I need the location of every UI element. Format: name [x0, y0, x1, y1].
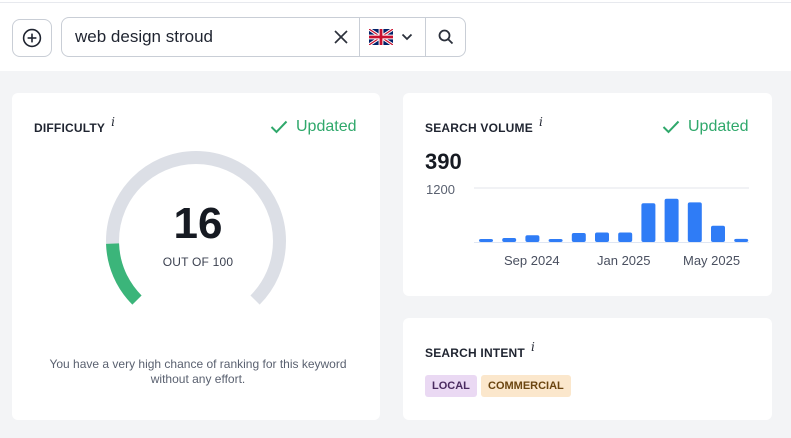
- intent-tag-local: LOCAL: [425, 375, 477, 397]
- volume-bar[interactable]: [641, 203, 656, 242]
- chevron-down-icon: [401, 33, 413, 41]
- top-divider: [0, 2, 791, 3]
- volume-bar[interactable]: [479, 239, 493, 242]
- score-max-label: OUT OF 100: [162, 255, 234, 269]
- intent-tag-commercial: COMMERCIAL: [481, 375, 571, 397]
- volume-bar[interactable]: [548, 239, 563, 242]
- clear-button[interactable]: [330, 26, 352, 48]
- volume-bar[interactable]: [571, 233, 586, 242]
- country-select[interactable]: [360, 18, 425, 56]
- volume-bar[interactable]: [502, 237, 517, 242]
- volume-bar[interactable]: [595, 232, 609, 242]
- volume-bar[interactable]: [618, 232, 633, 242]
- x-tick-label: May 2025: [683, 253, 741, 268]
- difficulty-card: DIFFICULTY i Updated 16 OUT OF 100 You ha…: [12, 93, 380, 420]
- close-icon: [334, 30, 348, 44]
- search-input[interactable]: web design stroud: [75, 18, 213, 56]
- volume-bar[interactable]: [711, 225, 725, 242]
- search-button[interactable]: [426, 18, 466, 56]
- search-intent-title: SEARCH INTENT: [425, 346, 525, 360]
- card-title: SEARCH INTENT i: [425, 340, 535, 360]
- volume-bar[interactable]: [734, 238, 749, 242]
- keyword-search-box: web design stroud: [61, 17, 466, 57]
- volume-bar[interactable]: [664, 198, 679, 242]
- top-bar: web design stroud: [0, 0, 791, 71]
- difficulty-score: 16: [173, 199, 223, 248]
- difficulty-note: You have a very high chance of ranking f…: [49, 357, 347, 386]
- uk-flag-icon: [369, 29, 393, 45]
- search-intent-card: SEARCH INTENT i LOCAL COMMERCIAL: [403, 318, 772, 420]
- plus-circle-icon: [22, 28, 42, 48]
- search-icon: [438, 29, 454, 45]
- volume-bar[interactable]: [525, 235, 540, 242]
- volume-bar[interactable]: [687, 202, 702, 242]
- gauge-fill: [106, 243, 142, 305]
- info-icon[interactable]: i: [531, 340, 535, 354]
- add-button[interactable]: [12, 19, 52, 57]
- search-volume-card: SEARCH VOLUME i Updated 390 1200 Sep 2024…: [403, 93, 772, 296]
- x-tick-label: Jan 2025: [597, 253, 651, 268]
- x-tick-label: Sep 2024: [504, 253, 560, 268]
